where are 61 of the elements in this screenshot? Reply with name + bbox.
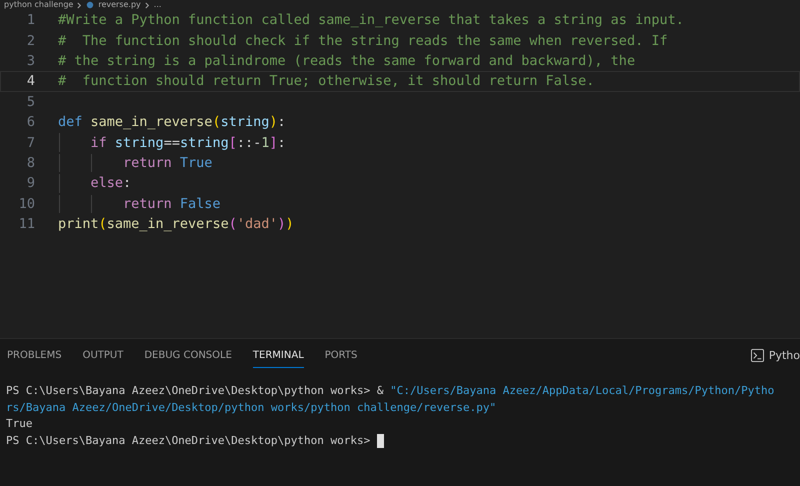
code-token: == [164, 134, 180, 151]
code-token: ( [212, 114, 221, 130]
code-token: string [180, 134, 229, 151]
breadcrumb-item[interactable]: reverse.py [98, 0, 141, 10]
code-token: [ [228, 134, 237, 151]
code-token: False [180, 196, 221, 212]
line-number: 10 [18, 196, 35, 212]
code-token: : [278, 114, 286, 130]
code-token: 1 [261, 134, 270, 151]
chevron-icon [77, 2, 82, 8]
code-token: string [220, 114, 270, 130]
code-token: return [122, 154, 173, 171]
code-token: string [114, 134, 164, 151]
code-token: : [278, 134, 286, 151]
code-token: ( [228, 216, 237, 232]
line-number: 4 [26, 73, 35, 90]
code-token: # function should return True; otherwise, it should return False. [58, 73, 594, 90]
python-file-icon [86, 1, 94, 9]
line-number: 9 [26, 175, 35, 192]
terminal-text: "C:/Users/Bayana Azeez/AppData/Local/Programs/Python/Pytho [390, 383, 774, 399]
code-token: #Write a Python function called same_in_reverse that takes a string as input. [58, 12, 684, 28]
panel-tab[interactable]: PORTS [324, 342, 358, 368]
line-number: 5 [26, 94, 35, 110]
panel-tab[interactable]: PROBLEMS [7, 342, 62, 368]
code-token: if [90, 134, 108, 151]
code-token: # The function should check if the string reads the same when reversed. If [58, 32, 668, 49]
code-token: ) [269, 114, 278, 130]
shell-label[interactable]: Pytho [768, 348, 800, 362]
terminal-text: True [6, 416, 32, 432]
code-token: else [90, 175, 124, 192]
code-token: ] [269, 134, 278, 151]
code-token: ::- [236, 134, 262, 151]
panel-tab[interactable]: TERMINAL [252, 342, 304, 368]
code-token: 'dad' [236, 216, 278, 232]
code-token: # the string is a palindrome (reads the same forward and backward), the [58, 52, 636, 69]
code-token: return [122, 196, 173, 212]
terminal-text: rs/Bayana Azeez/OneDrive/Desktop/python works/python challenge/reverse.py" [6, 400, 496, 416]
terminal-text: PS C:\Users\Bayana Azeez\OneDrive\Desktop\python works> [6, 432, 372, 448]
line-number: 1 [26, 12, 35, 28]
breadcrumb-item[interactable]: python challenge [4, 0, 74, 10]
code-token: : [123, 175, 132, 192]
line-number: 11 [18, 216, 35, 232]
terminal-icon[interactable] [750, 348, 764, 362]
chevron-icon [144, 2, 150, 8]
code-token: True [180, 154, 212, 171]
code-token: ( [98, 216, 107, 232]
code-token: same_in_reverse [90, 114, 212, 130]
line-number: 6 [26, 114, 35, 130]
line-number: 7 [26, 134, 35, 151]
panel-tab[interactable]: DEBUG CONSOLE [144, 342, 232, 368]
breadcrumb-item[interactable]: ... [154, 0, 162, 10]
code-token: ) [277, 216, 286, 232]
line-number: 3 [26, 52, 35, 69]
code-token: def [58, 114, 84, 130]
line-number: 8 [26, 154, 35, 171]
code-token: ) [286, 216, 294, 232]
panel-tab[interactable]: OUTPUT [82, 342, 124, 368]
code-token: print [58, 216, 99, 232]
code-token: same_in_reverse [106, 216, 229, 232]
line-number: 2 [26, 32, 35, 49]
terminal-text: PS C:\Users\Bayana Azeez\OneDrive\Desktop\python works> & [6, 383, 384, 399]
